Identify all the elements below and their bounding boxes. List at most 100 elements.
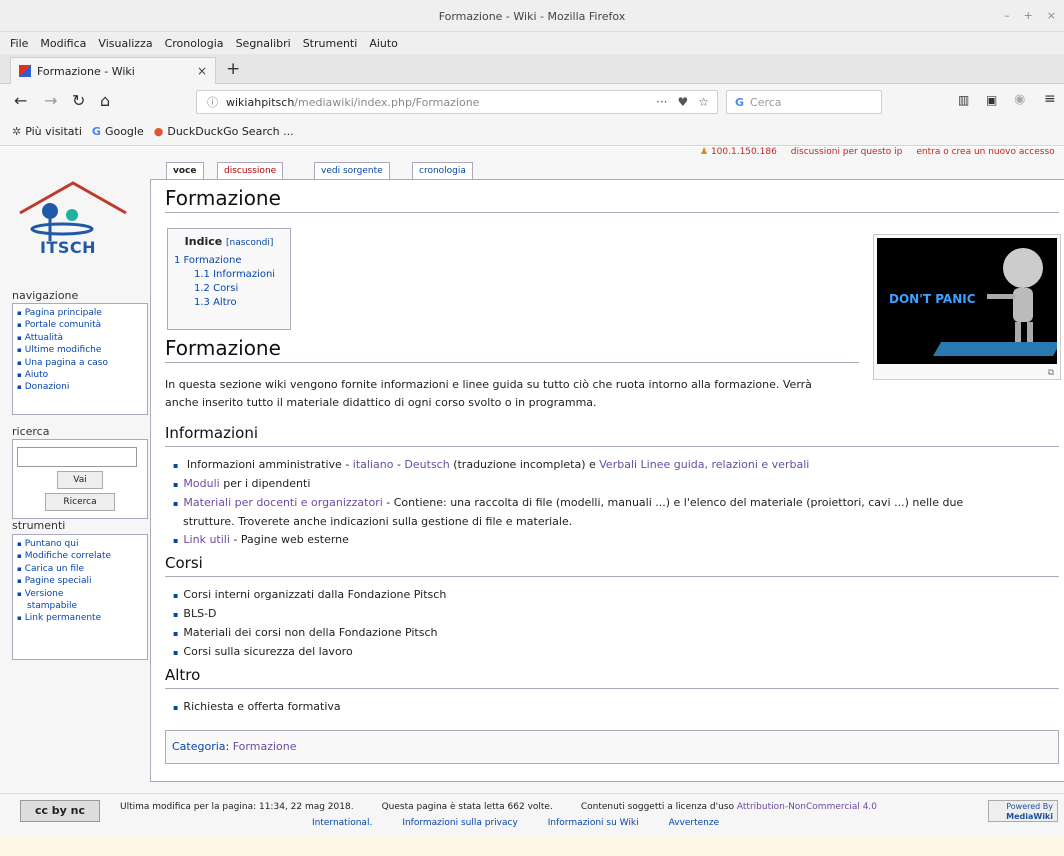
creative-commons-badge[interactable]: cc by nc <box>20 800 100 822</box>
back-arrow-icon[interactable]: ← <box>14 91 27 110</box>
menu-file[interactable]: File <box>10 37 28 50</box>
menu-visualizza[interactable]: Visualizza <box>98 37 152 50</box>
bookmark-google[interactable]: G Google <box>92 125 144 138</box>
magnify-icon[interactable]: ⧉ <box>1048 368 1054 378</box>
link-materiali-corsi[interactable]: Materiali dei corsi non della Fondazione… <box>173 624 1053 643</box>
list-item: Moduli per i dipendenti <box>173 475 1053 494</box>
menu-segnalibri[interactable]: Segnalibri <box>236 37 291 50</box>
tab-vedi-sorgente[interactable]: vedi sorgente <box>314 162 390 179</box>
link-verbali[interactable]: Verbali Linee guida, relazioni e verbali <box>599 458 809 471</box>
search-engine-icon[interactable]: G <box>735 96 744 109</box>
window-title: Formazione - Wiki - Mozilla Firefox <box>438 10 626 23</box>
sidebar-item-pagina-principale[interactable]: Pagina principale <box>17 307 143 319</box>
tools-item-puntano-qui[interactable]: Puntano qui <box>17 538 143 550</box>
browser-tab[interactable]: Formazione - Wiki × <box>10 57 216 84</box>
sidebar-item-portale-comunita[interactable]: Portale comunità <box>17 319 143 331</box>
account-icon[interactable]: ◉ <box>1014 92 1025 107</box>
login-link[interactable]: entra o crea un nuovo accesso <box>916 147 1054 157</box>
tools-item-carica-file[interactable]: Carica un file <box>17 563 143 575</box>
link-moduli[interactable]: Moduli <box>183 477 219 490</box>
tools-item-stampabile[interactable]: stampabile <box>17 600 143 612</box>
home-icon[interactable]: ⌂ <box>100 91 110 110</box>
sidebar-item-attualita[interactable]: Attualità <box>17 332 143 344</box>
reload-icon[interactable]: ↻ <box>72 91 85 110</box>
bookmark-duckduckgo[interactable]: ● DuckDuckGo Search ... <box>154 125 294 138</box>
close-tab-icon[interactable]: × <box>197 64 207 78</box>
forward-arrow-icon[interactable]: → <box>44 91 57 110</box>
tab-cronologia[interactable]: cronologia <box>412 162 473 179</box>
link-materiali-docenti[interactable]: Materiali per docenti e organizzatori <box>183 496 382 509</box>
toc-title: Indice <box>184 235 223 248</box>
tab-voce[interactable]: voce <box>166 162 204 179</box>
link-link-utili[interactable]: Link utili <box>183 533 229 546</box>
new-tab-button[interactable]: + <box>226 59 240 79</box>
navigation-toolbar: ← → ↻ ⌂ ⓘ wikiahpitsch /mediawiki/index.… <box>0 84 1064 118</box>
sidebar-item-donazioni[interactable]: Donazioni <box>17 381 143 393</box>
sidebar-item-pagina-a-caso[interactable]: Una pagina a caso <box>17 357 143 369</box>
maximize-button[interactable]: + <box>1024 9 1033 22</box>
gear-icon: ✲ <box>12 125 22 138</box>
toc-hide-link[interactable]: [nascondi] <box>226 238 273 248</box>
tools-item-pagine-speciali[interactable]: Pagine speciali <box>17 575 143 587</box>
vai-button[interactable]: Vai <box>57 471 103 489</box>
sidebar-item-ultime-modifiche[interactable]: Ultime modifiche <box>17 344 143 356</box>
category-formazione-link[interactable]: Formazione <box>233 740 297 753</box>
corsi-list: Corsi interni organizzati dalla Fondazio… <box>173 586 1053 662</box>
link-deutsch[interactable]: Deutsch <box>404 458 449 471</box>
thumbnail-image[interactable]: DON'T PANIC ⧉ <box>873 234 1061 380</box>
list-text: - Contiene: una raccolta di file (modell… <box>382 496 964 509</box>
url-bar[interactable]: ⓘ wikiahpitsch /mediawiki/index.php/Form… <box>196 90 718 114</box>
close-window-button[interactable]: × <box>1047 9 1056 22</box>
talk-link[interactable]: discussioni per questo ip <box>791 147 903 157</box>
menu-aiuto[interactable]: Aiuto <box>369 37 398 50</box>
link-corsi-interni[interactable]: Corsi interni organizzati dalla Fondazio… <box>173 586 1053 605</box>
wiki-favicon-icon <box>19 65 31 77</box>
wiki-search-input[interactable] <box>17 447 137 467</box>
powered-by-mediawiki-badge[interactable]: Powered By MediaWiki <box>988 800 1058 822</box>
toc-item[interactable]: 1.2 Corsi <box>174 282 284 296</box>
toc-item[interactable]: 1 Formazione <box>174 254 284 268</box>
bookmark-most-visited[interactable]: ✲ Più visitati <box>12 125 82 138</box>
tools-item-modifiche-correlate[interactable]: Modifiche correlate <box>17 550 143 562</box>
list-item: Link utili - Pagine web esterne <box>173 531 1053 550</box>
sidebar-navigation: Pagina principale Portale comunità Attua… <box>12 303 148 415</box>
pocket-icon[interactable]: ♥ <box>677 95 688 109</box>
about-link[interactable]: Informazioni su Wiki <box>548 818 639 828</box>
library-icon[interactable]: ▥ <box>958 93 969 107</box>
sidebar-search-heading: ricerca <box>12 425 50 438</box>
bookmark-star-icon[interactable]: ☆ <box>698 95 709 109</box>
page-actions-icon[interactable]: ··· <box>656 95 667 109</box>
ricerca-button[interactable]: Ricerca <box>45 493 115 511</box>
status-strip <box>0 837 1064 856</box>
tools-item-versione[interactable]: Versione <box>17 588 143 600</box>
sidebar-navigation-heading: navigazione <box>12 289 79 302</box>
ip-address-link[interactable]: ♟ 100.1.150.186 <box>700 147 777 157</box>
hamburger-menu-icon[interactable]: ≡ <box>1044 91 1056 107</box>
intro-line: anche inserito tutto il materiale didatt… <box>165 396 597 409</box>
privacy-link[interactable]: Informazioni sulla privacy <box>402 818 517 828</box>
heading-divider <box>165 688 1059 689</box>
link-italiano[interactable]: italiano <box>353 458 394 471</box>
search-input[interactable]: G Cerca <box>726 90 882 114</box>
sidebar-item-aiuto[interactable]: Aiuto <box>17 369 143 381</box>
disclaimer-link[interactable]: Avvertenze <box>669 818 720 828</box>
minimize-button[interactable]: – <box>1004 9 1010 22</box>
category-label-link[interactable]: Categoria <box>172 740 226 753</box>
license-link[interactable]: Attribution-NonCommercial 4.0 <box>737 802 877 812</box>
info-icon[interactable]: ⓘ <box>207 94 218 110</box>
license-international-link[interactable]: International. <box>312 818 372 828</box>
menu-strumenti[interactable]: Strumenti <box>303 37 358 50</box>
list-text: Informazioni amministrative - <box>186 458 353 471</box>
menu-cronologia[interactable]: Cronologia <box>165 37 224 50</box>
intro-paragraph: In questa sezione wiki vengono fornite i… <box>165 376 855 412</box>
link-corsi-sicurezza[interactable]: Corsi sulla sicurezza del lavoro <box>173 643 1053 662</box>
toc-item[interactable]: 1.1 Informazioni <box>174 268 284 282</box>
tab-discussione[interactable]: discussione <box>217 162 284 179</box>
tools-item-link-permanente[interactable]: Link permanente <box>17 612 143 624</box>
site-logo[interactable]: ITSCH <box>16 171 132 269</box>
link-richiesta-offerta[interactable]: Richiesta e offerta formativa <box>173 698 1053 717</box>
menu-modifica[interactable]: Modifica <box>40 37 86 50</box>
link-bls-d[interactable]: BLS-D <box>173 605 1053 624</box>
sidebar-toggle-icon[interactable]: ▣ <box>986 93 997 107</box>
toc-item[interactable]: 1.3 Altro <box>174 296 284 310</box>
